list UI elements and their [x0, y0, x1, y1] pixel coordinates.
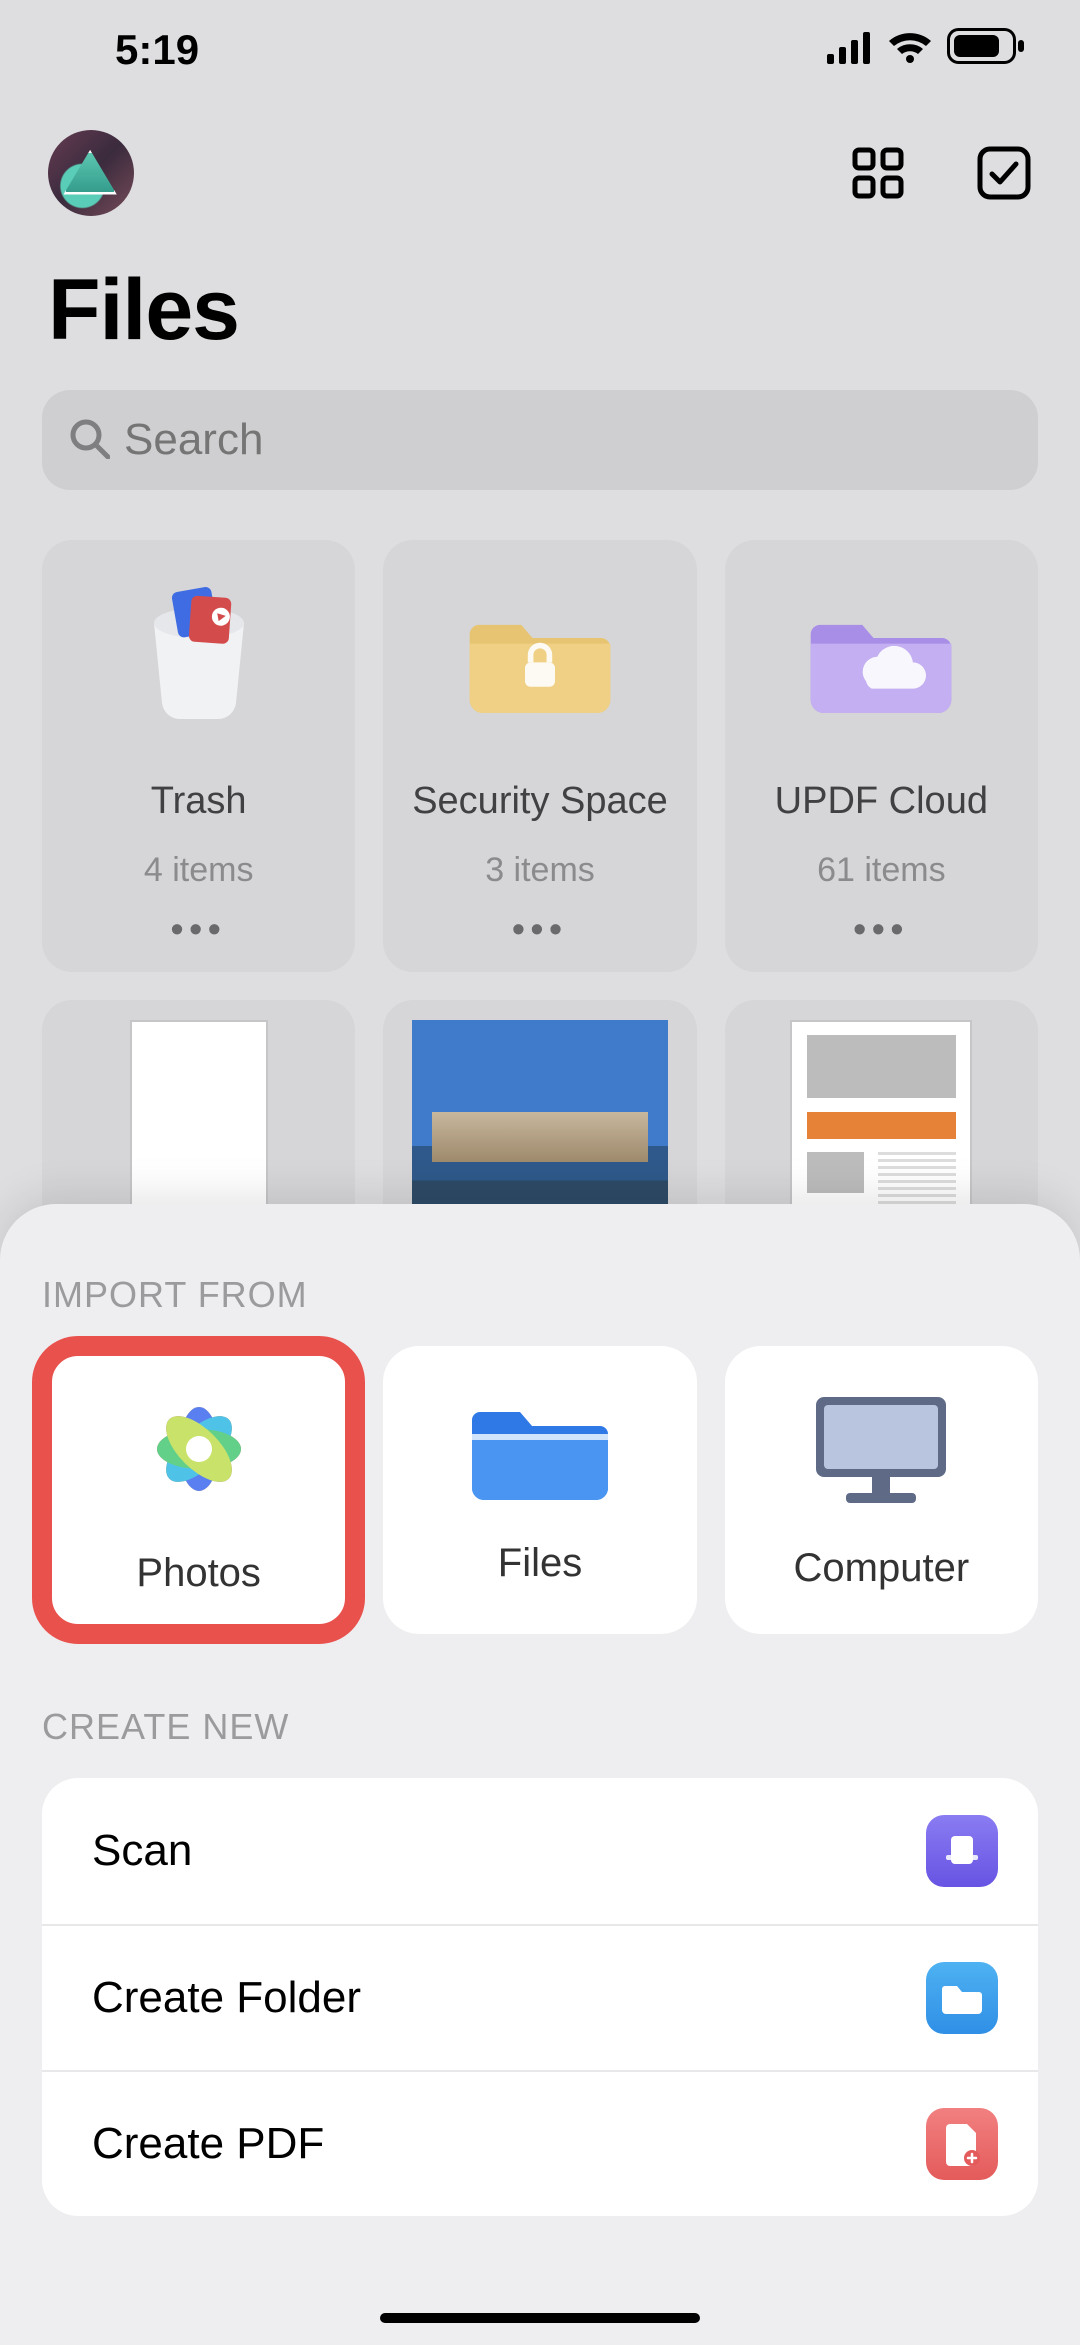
create-item-folder[interactable]: Create Folder	[42, 1924, 1038, 2070]
folder-subtitle: 61 items	[817, 851, 946, 890]
import-option-computer[interactable]: Computer	[725, 1346, 1038, 1634]
import-section-title: IMPORT FROM	[42, 1274, 1038, 1316]
create-list: Scan Create Folder Create PDF	[42, 1778, 1038, 2216]
cloud-folder-icon	[806, 578, 956, 728]
status-indicators	[827, 26, 1025, 74]
more-icon[interactable]: •••	[171, 908, 227, 950]
more-icon[interactable]: •••	[853, 908, 909, 950]
cellular-icon	[827, 26, 873, 74]
trash-icon	[124, 578, 274, 728]
battery-icon	[947, 26, 1025, 74]
scan-icon	[926, 1815, 998, 1887]
folder-subtitle: 4 items	[144, 851, 254, 890]
more-icon[interactable]: •••	[512, 908, 568, 950]
folder-label: Trash	[151, 780, 247, 823]
folder-icon	[470, 1394, 610, 1509]
folder-label: Security Space	[412, 780, 668, 823]
folder-tile-cloud[interactable]: UPDF Cloud 61 items •••	[725, 540, 1038, 972]
profile-avatar[interactable]	[48, 130, 134, 216]
search-bar[interactable]	[42, 390, 1038, 490]
folder-tile-trash[interactable]: Trash 4 items •••	[42, 540, 355, 972]
import-sheet: IMPORT FROM P	[0, 1204, 1080, 2345]
wifi-icon	[887, 26, 933, 74]
import-option-files[interactable]: Files	[383, 1346, 696, 1634]
lock-folder-icon	[465, 578, 615, 728]
select-mode-icon[interactable]	[976, 145, 1032, 201]
home-indicator[interactable]	[380, 2313, 700, 2323]
app-header	[0, 100, 1080, 216]
grid-view-icon[interactable]	[850, 145, 906, 201]
create-item-scan[interactable]: Scan	[42, 1778, 1038, 1924]
folder-grid: Trash 4 items ••• Security Space 3 items…	[0, 490, 1080, 972]
import-option-label: Computer	[794, 1546, 970, 1591]
folder-tile-security[interactable]: Security Space 3 items •••	[383, 540, 696, 972]
import-option-label: Files	[498, 1541, 582, 1586]
create-item-label: Create PDF	[92, 2119, 324, 2169]
create-item-label: Scan	[92, 1826, 192, 1876]
import-option-label: Photos	[136, 1551, 261, 1596]
create-item-pdf[interactable]: Create PDF	[42, 2070, 1038, 2216]
import-options: Photos Files Computer	[42, 1346, 1038, 1634]
computer-icon	[806, 1389, 956, 1514]
import-option-photos[interactable]: Photos	[42, 1346, 355, 1634]
search-input[interactable]	[124, 415, 1012, 465]
status-bar: 5:19	[0, 0, 1080, 100]
search-icon	[68, 417, 110, 464]
create-section-title: CREATE NEW	[42, 1706, 1038, 1748]
folder-subtitle: 3 items	[485, 851, 595, 890]
create-pdf-icon	[926, 2108, 998, 2180]
new-folder-icon	[926, 1962, 998, 2034]
photos-app-icon	[134, 1384, 264, 1519]
folder-label: UPDF Cloud	[775, 780, 988, 823]
create-item-label: Create Folder	[92, 1973, 361, 2023]
page-title: Files	[0, 216, 1080, 390]
status-time: 5:19	[115, 26, 199, 74]
